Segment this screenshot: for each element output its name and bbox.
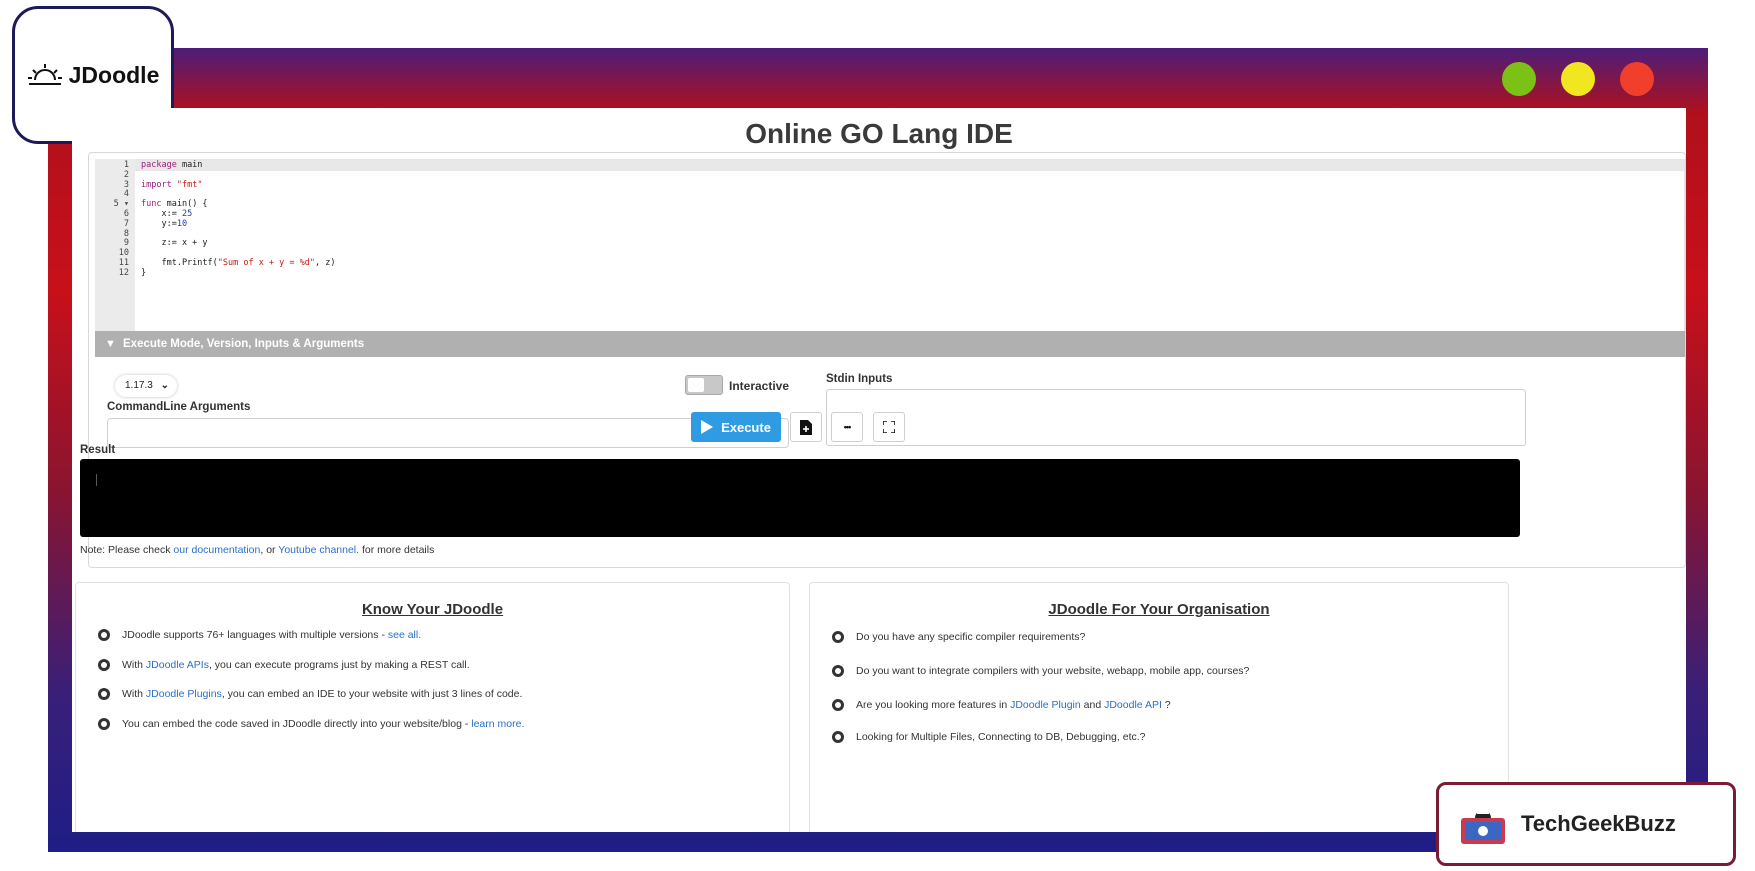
fullscreen-button[interactable] xyxy=(873,412,905,442)
code-line: package main xyxy=(141,160,203,170)
card-title-left: Know Your JDoodle xyxy=(361,601,504,618)
bullet-icon xyxy=(98,718,110,730)
text-segment: You can embed the code saved in JDoodle … xyxy=(122,718,472,730)
inline-link[interactable]: learn more. xyxy=(471,718,524,730)
info-list-item: Do you want to integrate compilers with … xyxy=(832,665,1249,677)
stdin-input[interactable] xyxy=(826,389,1526,446)
techgeekbuzz-logo-icon xyxy=(1461,810,1505,844)
text-segment: ? xyxy=(1161,699,1171,711)
inline-link[interactable]: JDoodle Plugins xyxy=(146,688,222,700)
cmd-args-input[interactable] xyxy=(107,418,789,448)
text-segment: Are you looking more features in xyxy=(856,699,1011,711)
documentation-link[interactable]: our documentation xyxy=(173,544,260,556)
info-list-item: With JDoodle Plugins, you can embed an I… xyxy=(98,688,522,700)
code-line: fmt.Printf("Sum of x + y = %d", z) xyxy=(141,258,336,268)
text-segment: Looking for Multiple Files, Connecting t… xyxy=(856,731,1146,743)
ide-window: Online GO Lang IDE 12345 ▾ 6 7 8 9 10 11 12 pac… xyxy=(72,108,1686,832)
list-item-text: With JDoodle Plugins, you can embed an I… xyxy=(122,688,522,700)
text-segment: and xyxy=(1080,699,1105,711)
window-controls xyxy=(1502,62,1654,96)
code-line: import "fmt" xyxy=(141,179,203,190)
bullet-icon xyxy=(832,631,844,643)
inline-link[interactable]: JDoodle APIs xyxy=(146,659,209,671)
yellow-dot-button[interactable] xyxy=(1561,62,1595,96)
inline-link[interactable]: JDoodle Plugin xyxy=(1010,699,1081,711)
list-item-text: Do you want to integrate compilers with … xyxy=(856,665,1249,677)
execute-button[interactable]: Execute xyxy=(691,412,781,442)
info-list-item: You can embed the code saved in JDoodle … xyxy=(98,718,524,730)
bullet-icon xyxy=(98,688,110,700)
info-list-item: Do you have any specific compiler requir… xyxy=(832,631,1085,643)
bullet-icon xyxy=(98,659,110,671)
new-file-button[interactable] xyxy=(790,412,822,442)
list-item-text: With JDoodle APIs, you can execute progr… xyxy=(122,659,470,671)
bullet-icon xyxy=(832,731,844,743)
techgeekbuzz-watermark: TechGeekBuzz xyxy=(1436,782,1736,866)
chevron-down-icon: ⌄ xyxy=(160,380,169,391)
inline-link[interactable]: see all. xyxy=(388,629,421,641)
note-mid: , or xyxy=(260,544,279,556)
play-icon xyxy=(701,420,714,434)
version-select[interactable]: 1.17.3 ⌄ xyxy=(115,375,177,397)
code-editor[interactable] xyxy=(135,159,1685,333)
text-segment: , you can execute programs just by makin… xyxy=(208,659,470,671)
info-list-item: Looking for Multiple Files, Connecting t… xyxy=(832,731,1146,743)
jdoodle-organisation-card: JDoodle For Your Organisation Do you hav… xyxy=(809,582,1509,832)
cmd-args-label: CommandLine Arguments xyxy=(107,401,251,413)
execute-settings-header[interactable]: ▼ Execute Mode, Version, Inputs & Argume… xyxy=(95,331,1685,357)
text-cursor xyxy=(96,474,97,486)
inline-link[interactable]: JDoodle API xyxy=(1104,699,1162,711)
interactive-label: Interactive xyxy=(729,379,790,393)
note-suffix: for more details xyxy=(359,544,435,556)
text-segment: JDoodle supports 76+ languages with mult… xyxy=(122,629,388,641)
text-segment: Do you want to integrate compilers with … xyxy=(856,665,1250,677)
toggle-knob xyxy=(688,378,704,392)
youtube-link[interactable]: Youtube channel. xyxy=(278,544,359,556)
bullet-icon xyxy=(832,699,844,711)
list-item-text: You can embed the code saved in JDoodle … xyxy=(122,718,524,730)
ellipsis-icon: ••• xyxy=(843,422,852,432)
code-line: z:= x + y xyxy=(141,238,208,249)
version-value: 1.17.3 xyxy=(125,380,153,391)
list-item-text: Are you looking more features in JDoodle… xyxy=(856,699,1171,711)
result-output[interactable] xyxy=(80,459,1520,537)
card-title-right: JDoodle For Your Organisation xyxy=(1048,601,1270,618)
list-item-text: Looking for Multiple Files, Connecting t… xyxy=(856,731,1146,743)
info-list-item: JDoodle supports 76+ languages with mult… xyxy=(98,629,421,641)
execute-settings-label: Execute Mode, Version, Inputs & Argument… xyxy=(123,338,365,350)
code-line: } xyxy=(141,267,147,278)
note-prefix: Note: Please check xyxy=(80,544,174,556)
list-item-text: JDoodle supports 76+ languages with mult… xyxy=(122,629,421,641)
text-segment: With xyxy=(122,659,146,671)
interactive-toggle[interactable] xyxy=(685,375,723,395)
green-dot-button[interactable] xyxy=(1502,62,1536,96)
result-label: Result xyxy=(80,444,116,456)
info-list-item: With JDoodle APIs, you can execute progr… xyxy=(98,659,470,671)
execute-label: Execute xyxy=(721,419,771,435)
text-segment: Do you have any specific compiler requir… xyxy=(856,631,1086,643)
more-options-button[interactable]: ••• xyxy=(831,412,863,442)
stdin-label: Stdin Inputs xyxy=(826,373,893,385)
bullet-icon xyxy=(832,665,844,677)
page-title: Online GO Lang IDE xyxy=(745,118,1013,149)
bullet-icon xyxy=(98,629,110,641)
text-segment: With xyxy=(122,688,146,700)
fullscreen-icon xyxy=(883,421,895,433)
logo-text: JDoodle xyxy=(68,61,160,88)
watermark-text: TechGeekBuzz xyxy=(1521,811,1676,836)
info-list-item: Are you looking more features in JDoodle… xyxy=(832,699,1171,711)
sunrise-icon xyxy=(27,64,62,85)
chevron-down-icon: ▼ xyxy=(105,338,116,350)
active-line-highlight xyxy=(135,160,1685,171)
text-segment: , you can embed an IDE to your website w… xyxy=(221,688,523,700)
code-line: y:=10 xyxy=(141,218,188,229)
note-text: Note: Please check our documentation, or… xyxy=(80,544,434,556)
know-your-jdoodle-card: Know Your JDoodle JDoodle supports 76+ l… xyxy=(75,582,790,832)
new-file-icon xyxy=(800,419,812,435)
list-item-text: Do you have any specific compiler requir… xyxy=(856,631,1085,643)
line-number: 12 xyxy=(118,267,129,278)
red-dot-button[interactable] xyxy=(1620,62,1654,96)
